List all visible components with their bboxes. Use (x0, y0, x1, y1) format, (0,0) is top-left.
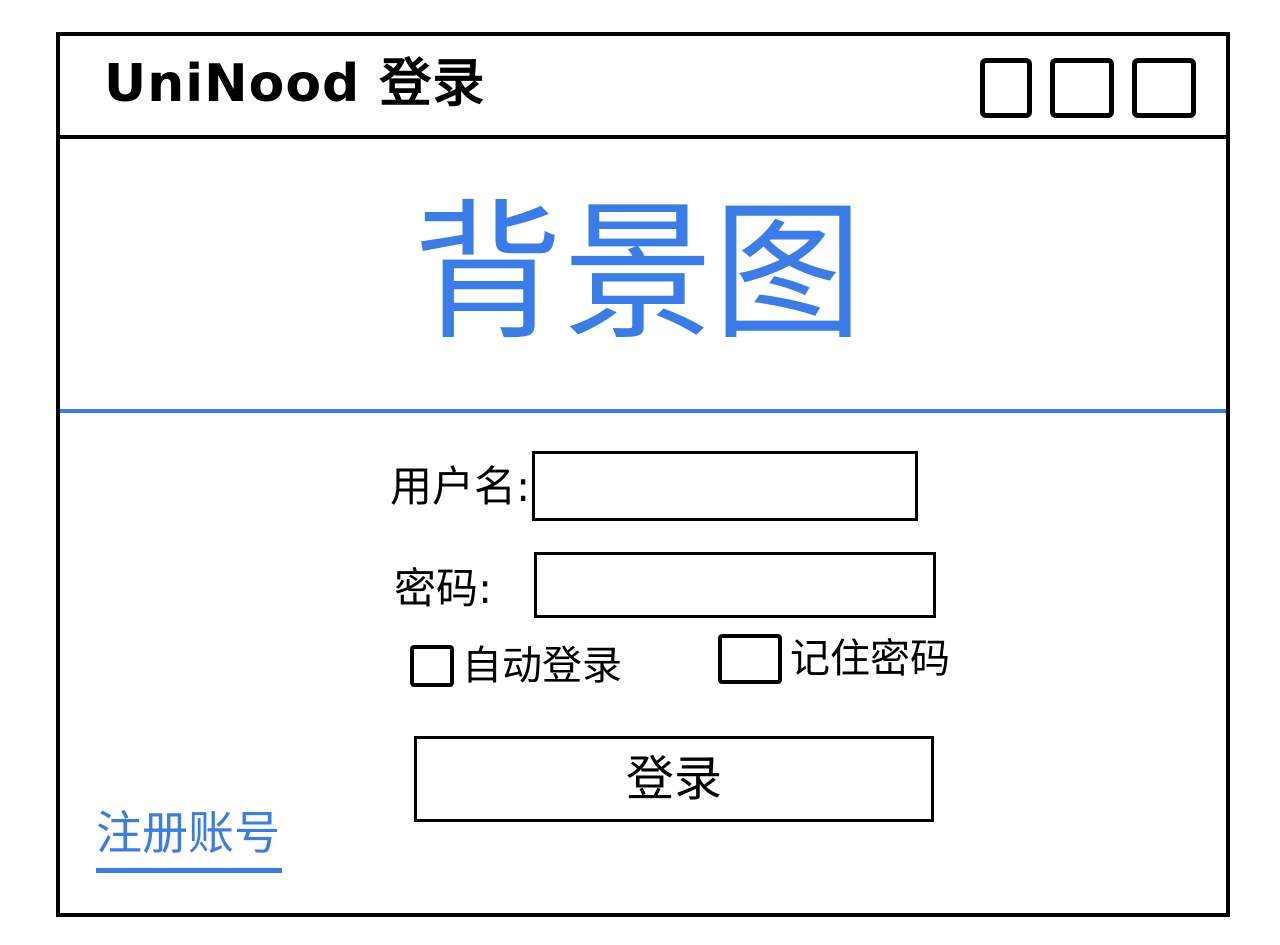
username-label: 用户名: (390, 462, 531, 511)
banner-image: 背景图 (60, 139, 1226, 413)
password-input[interactable] (534, 552, 936, 618)
window-title: UniNood 登录 (104, 54, 486, 114)
login-button[interactable]: 登录 (414, 736, 934, 822)
register-account-link[interactable]: 注册账号 (96, 798, 282, 873)
checkbox-icon[interactable] (718, 634, 782, 684)
minimize-icon[interactable] (980, 58, 1032, 118)
maximize-icon[interactable] (1050, 58, 1114, 118)
close-icon[interactable] (1132, 58, 1196, 118)
auto-login-label: 自动登录 (462, 643, 622, 689)
username-input[interactable] (532, 451, 918, 521)
checkbox-icon[interactable] (410, 645, 454, 687)
login-window: UniNood 登录 背景图 用户名: 密码: 自动登录 记住密码 登录 注册账… (56, 32, 1230, 917)
remember-password-checkbox[interactable]: 记住密码 (718, 634, 950, 684)
title-bar: UniNood 登录 (60, 36, 1226, 139)
window-controls (980, 58, 1196, 118)
password-label: 密码: (394, 564, 493, 613)
remember-password-label: 记住密码 (790, 636, 950, 682)
banner-placeholder-text: 背景图 (412, 187, 863, 361)
auto-login-checkbox[interactable]: 自动登录 (410, 642, 622, 690)
